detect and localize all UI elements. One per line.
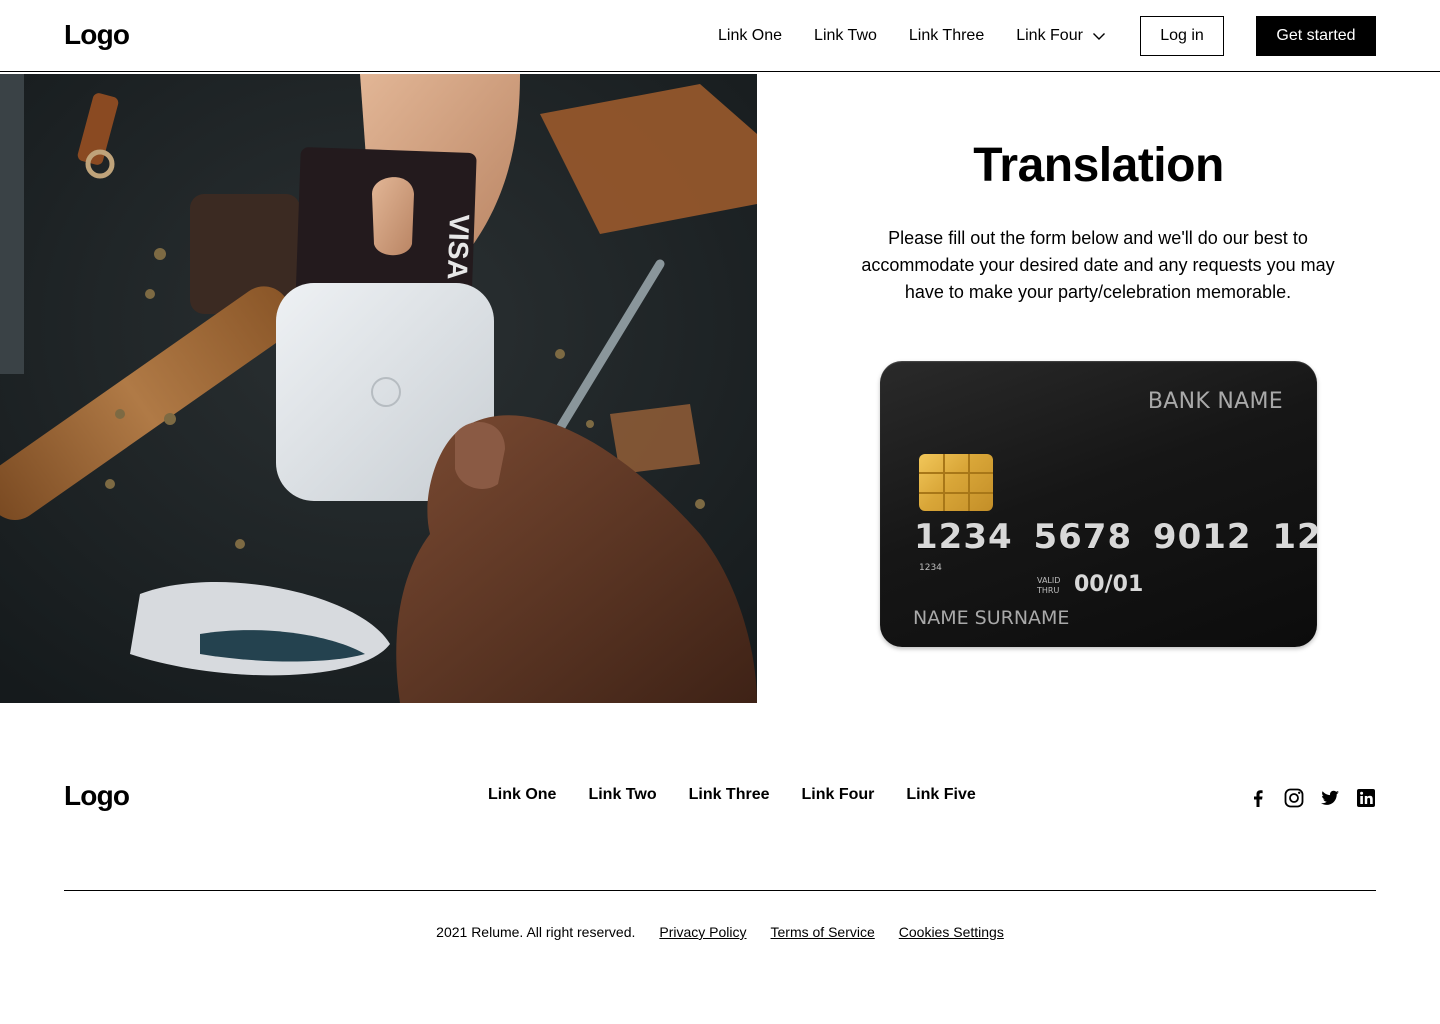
card-holder-name: NAME SURNAME (913, 607, 1070, 629)
card-chip-icon (919, 454, 993, 511)
nav-link-three[interactable]: Link Three (909, 27, 984, 45)
social-links (1246, 786, 1378, 810)
nav-link-four-label: Link Four (1016, 27, 1083, 44)
card-valid-thru: VALID THRU (1037, 576, 1067, 596)
footer-link-one[interactable]: Link One (488, 786, 556, 804)
instagram-icon[interactable] (1282, 786, 1306, 810)
card-number: 1234 5678 9012 1234 (914, 517, 1317, 557)
privacy-policy-link[interactable]: Privacy Policy (659, 924, 746, 940)
copyright-text: 2021 Relume. All right reserved. (436, 924, 636, 940)
nav-link-four-dropdown[interactable]: Link Four (1016, 27, 1107, 45)
card-expiry: 00/01 (1074, 572, 1144, 597)
footer-links: Link One Link Two Link Three Link Four L… (488, 786, 976, 804)
footer-logo[interactable]: Logo (64, 782, 130, 810)
hero-image: VISA (0, 74, 757, 703)
footer-link-two[interactable]: Link Two (588, 786, 656, 804)
nav-link-two[interactable]: Link Two (814, 27, 877, 45)
footer-bottom: 2021 Relume. All right reserved. Privacy… (0, 924, 1440, 940)
chevron-down-icon (1092, 33, 1105, 40)
nav-link-one[interactable]: Link One (718, 27, 782, 45)
footer-link-three[interactable]: Link Three (689, 786, 770, 804)
footer-link-four[interactable]: Link Four (802, 786, 875, 804)
card-bank-name: BANK NAME (1147, 389, 1283, 414)
nav-links: Link One Link Two Link Three Link Four (718, 0, 1107, 72)
hero-title: Translation (973, 139, 1224, 192)
terms-of-service-link[interactable]: Terms of Service (771, 924, 875, 940)
hero-description: Please fill out the form below and we'll… (861, 228, 1335, 302)
svg-text:VISA: VISA (442, 214, 475, 280)
footer-link-five[interactable]: Link Five (906, 786, 975, 804)
card-small-number: 1234 (919, 563, 942, 573)
twitter-icon[interactable] (1318, 786, 1342, 810)
login-button[interactable]: Log in (1140, 16, 1224, 56)
logo[interactable]: Logo (64, 21, 130, 49)
navbar: Logo Link One Link Two Link Three Link F… (0, 0, 1440, 72)
credit-card-image: BANK NAME 1234 5678 9012 1234 1234 VALID… (880, 361, 1317, 647)
footer-divider (64, 890, 1376, 891)
linkedin-icon[interactable] (1354, 786, 1378, 810)
cookies-settings-link[interactable]: Cookies Settings (899, 924, 1004, 940)
get-started-button[interactable]: Get started (1256, 16, 1376, 56)
valid-label: VALID (1037, 576, 1061, 585)
thru-label: THRU (1037, 586, 1060, 595)
facebook-icon[interactable] (1246, 786, 1270, 810)
payment-photo: VISA (0, 74, 757, 703)
